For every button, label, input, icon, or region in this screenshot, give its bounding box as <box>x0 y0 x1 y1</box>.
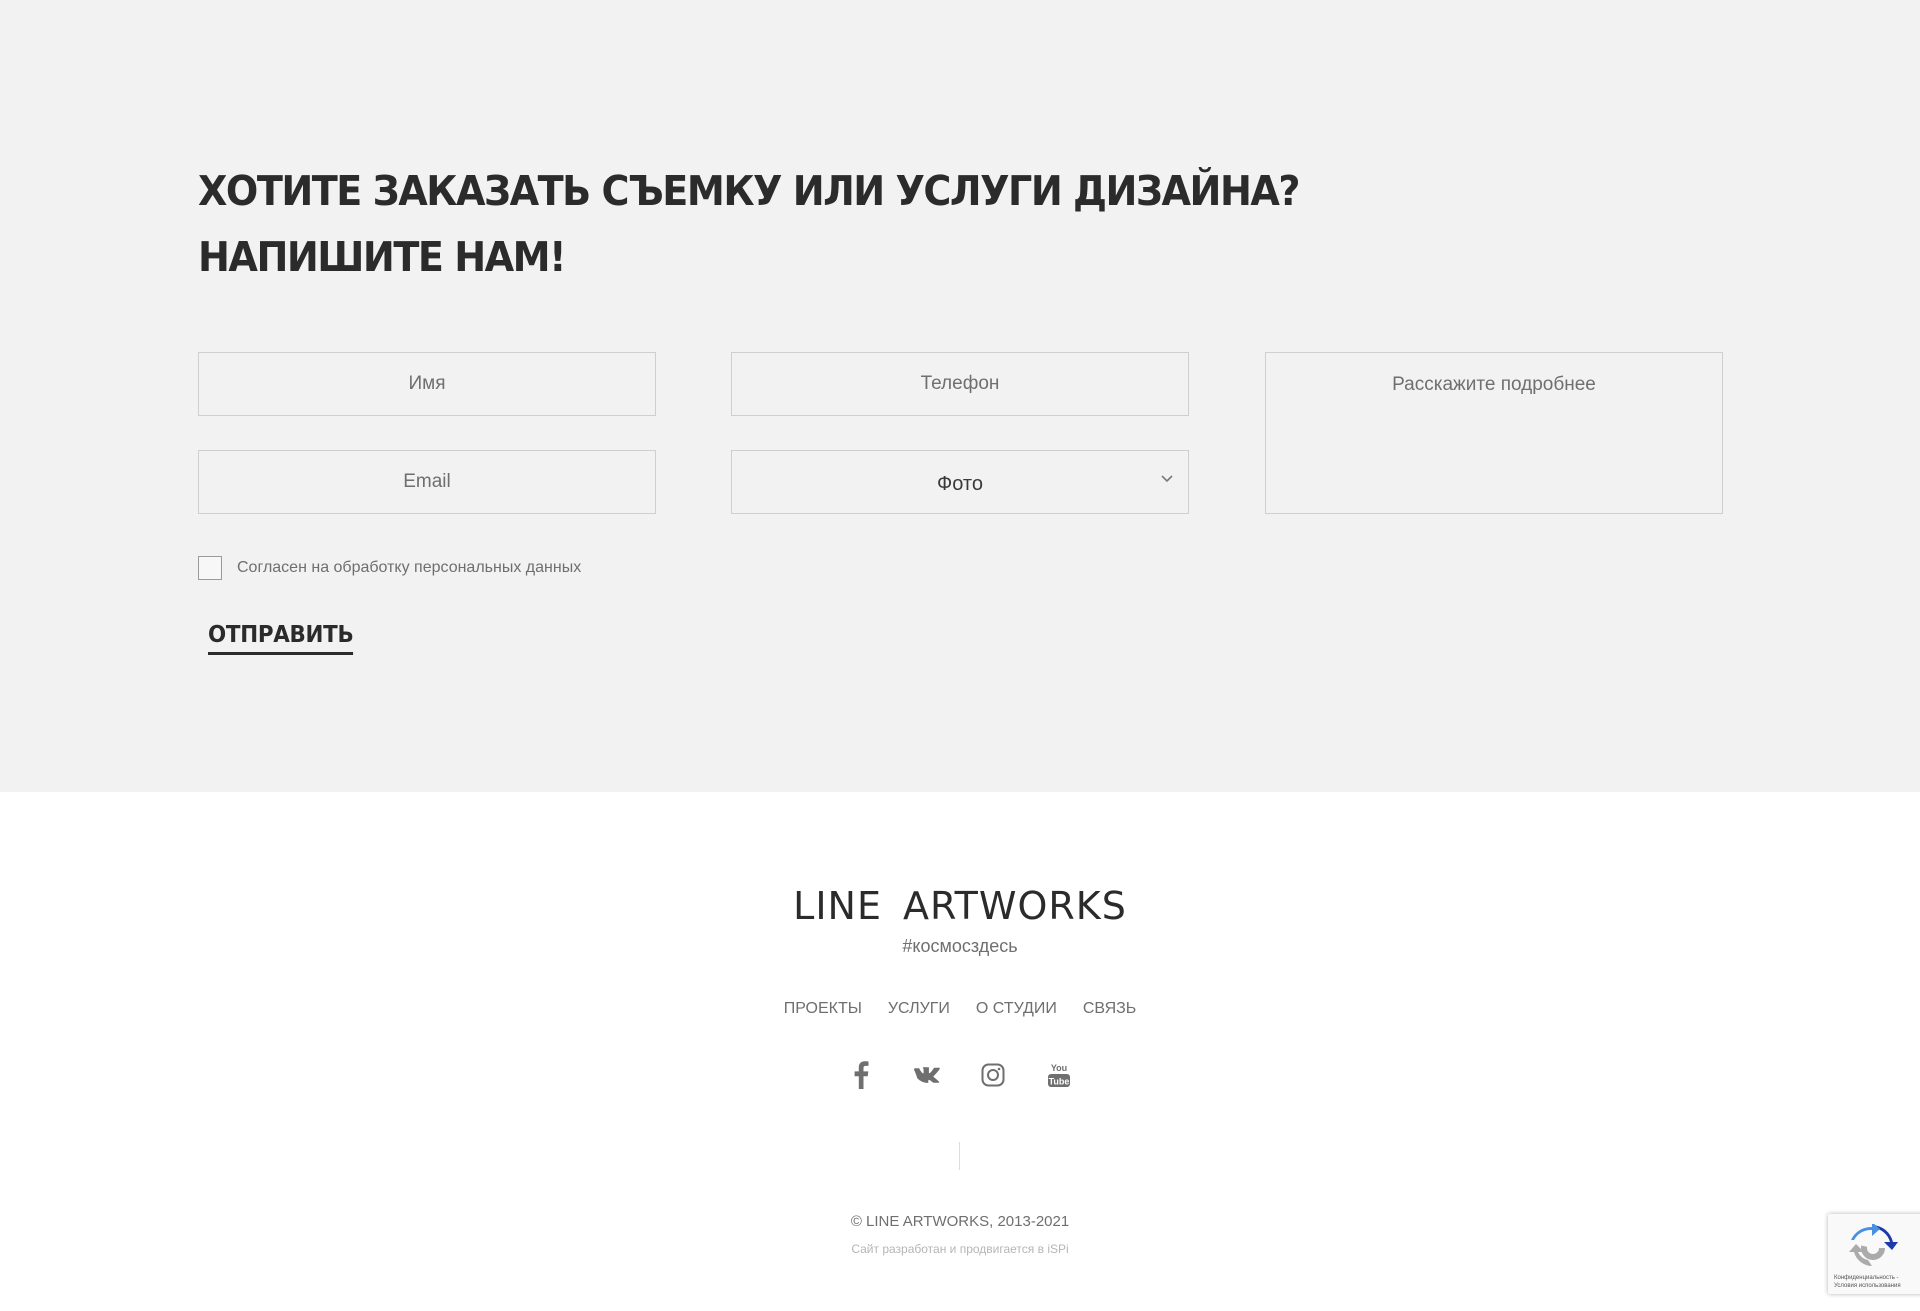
recaptcha-terms-line2: Условия использования <box>1834 1283 1901 1289</box>
footer-nav-contact[interactable]: СВЯЗЬ <box>1083 1000 1136 1018</box>
chevron-down-icon <box>1161 475 1173 483</box>
footer: LINE ARTWORKS #космосздесь ПРОЕКТЫ УСЛУГ… <box>0 792 1920 1311</box>
contact-heading-line1: ХОТИТЕ ЗАКАЗАТЬ СЪЕМКУ ИЛИ УСЛУГИ ДИЗАЙН… <box>198 167 1301 215</box>
service-select-value: Фото <box>937 473 983 495</box>
svg-text:You: You <box>1051 1063 1067 1073</box>
copyright-text: © LINE ARTWORKS, 2013-2021 <box>850 1213 1070 1230</box>
recaptcha-terms-line1: Конфиденциальность - <box>1834 1275 1899 1281</box>
footer-divider <box>959 1142 960 1170</box>
contact-heading: ХОТИТЕ ЗАКАЗАТЬ СЪЕМКУ ИЛИ УСЛУГИ ДИЗАЙН… <box>198 158 1301 290</box>
name-input[interactable] <box>198 352 656 416</box>
footer-nav-services[interactable]: УСЛУГИ <box>888 1000 950 1018</box>
developer-credit[interactable]: Сайт разработан и продвигается в iSPi <box>0 1242 1920 1256</box>
youtube-icon[interactable]: You Tube <box>1044 1060 1074 1090</box>
vk-icon[interactable] <box>912 1060 942 1090</box>
recaptcha-terms[interactable]: Конфиденциальность - Условия использован… <box>1834 1274 1901 1290</box>
instagram-icon[interactable] <box>978 1060 1008 1090</box>
footer-tagline: #космосздесь <box>902 936 1018 956</box>
social-links: You Tube <box>0 1060 1920 1090</box>
consent-checkbox[interactable] <box>198 556 222 580</box>
footer-nav-about[interactable]: О СТУДИИ <box>976 1000 1057 1018</box>
consent-row: Согласен на обработку персональных данны… <box>198 556 581 580</box>
facebook-icon[interactable] <box>846 1060 876 1090</box>
message-textarea[interactable] <box>1265 352 1723 514</box>
contact-section: ХОТИТЕ ЗАКАЗАТЬ СЪЕМКУ ИЛИ УСЛУГИ ДИЗАЙН… <box>0 0 1920 792</box>
recaptcha-icon <box>1849 1224 1898 1266</box>
footer-nav: ПРОЕКТЫ УСЛУГИ О СТУДИИ СВЯЗЬ <box>0 1000 1920 1018</box>
phone-input[interactable] <box>731 352 1189 416</box>
footer-logo[interactable]: LINE ARTWORKS <box>0 884 1920 928</box>
email-input[interactable] <box>198 450 656 514</box>
contact-heading-line2: НАПИШИТЕ НАМ! <box>198 233 567 281</box>
recaptcha-badge[interactable]: Конфиденциальность - Условия использован… <box>1828 1214 1920 1294</box>
submit-button[interactable]: ОТПРАВИТЬ <box>208 622 354 655</box>
consent-label[interactable]: Согласен на обработку персональных данны… <box>237 559 581 577</box>
footer-nav-projects[interactable]: ПРОЕКТЫ <box>784 1000 862 1018</box>
service-select[interactable]: Фото <box>731 450 1189 514</box>
svg-text:Tube: Tube <box>1049 1077 1070 1087</box>
